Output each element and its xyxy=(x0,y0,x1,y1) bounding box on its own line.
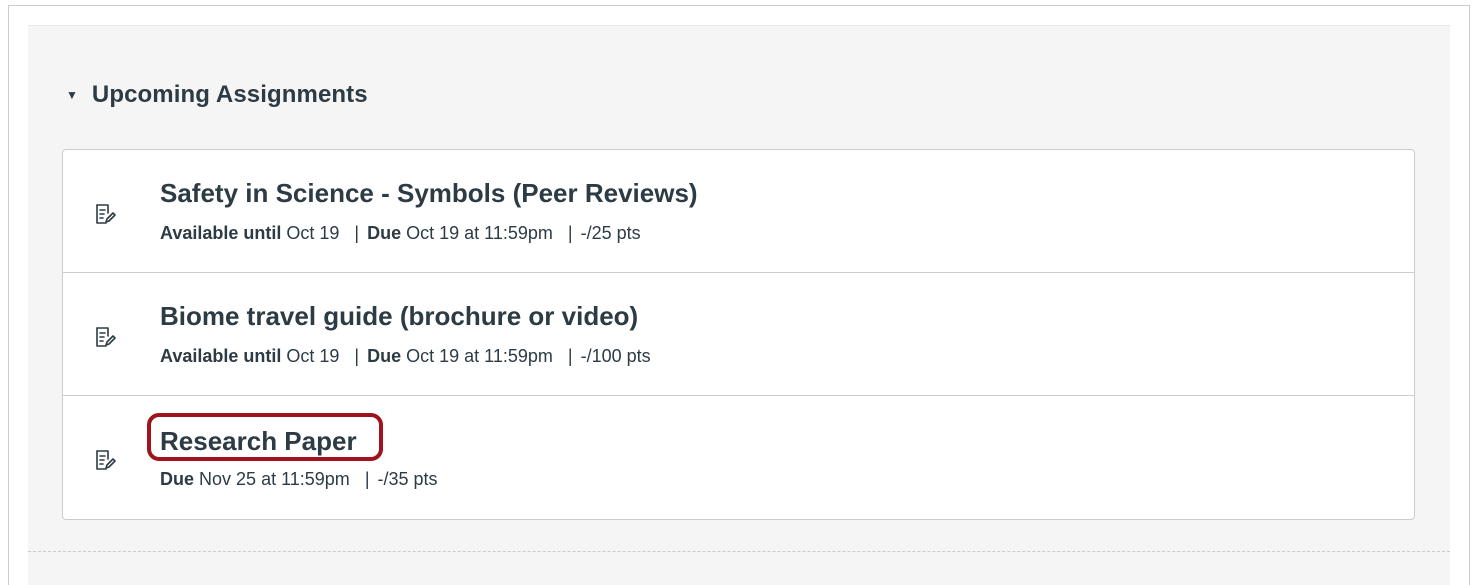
meta-separator: | xyxy=(567,346,573,366)
meta-separator: | xyxy=(364,469,370,489)
available-label: Available until xyxy=(160,346,282,366)
points-value: -/35 pts xyxy=(377,469,438,489)
assignment-title-link[interactable]: Biome travel guide (brochure or video) xyxy=(160,301,638,332)
assignment-title-link[interactable]: Safety in Science - Symbols (Peer Review… xyxy=(160,178,698,209)
available-label: Available until xyxy=(160,223,282,243)
assignment-row: Research Paper Due Nov 25 at 11:59pm | -/… xyxy=(63,396,1414,519)
points-value: -/100 pts xyxy=(580,346,651,366)
assignment-row: Biome travel guide (brochure or video) A… xyxy=(63,273,1414,396)
due-date: Oct 19 at 11:59pm xyxy=(406,346,553,366)
due-date: Oct 19 at 11:59pm xyxy=(406,223,553,243)
due-label: Due xyxy=(367,223,402,243)
points-value: -/25 pts xyxy=(580,223,641,243)
meta-separator: | xyxy=(354,346,360,366)
due-label: Due xyxy=(160,469,195,489)
meta-separator: | xyxy=(354,223,360,243)
assignment-icon xyxy=(93,448,117,472)
due-label: Due xyxy=(367,346,402,366)
assignment-title-link[interactable]: Research Paper xyxy=(160,426,357,457)
section-title: Upcoming Assignments xyxy=(91,81,368,108)
available-date: Oct 19 xyxy=(286,346,340,366)
assignment-meta: Available until Oct 19 | Due Oct 19 at 11… xyxy=(160,223,641,244)
meta-separator: | xyxy=(567,223,573,243)
assignment-icon xyxy=(93,325,117,349)
caret-down-icon: ▼ xyxy=(66,88,78,102)
assignment-meta: Available until Oct 19 | Due Oct 19 at 11… xyxy=(160,346,651,367)
available-date: Oct 19 xyxy=(286,223,340,243)
section-divider xyxy=(28,551,1450,552)
upcoming-assignments-toggle[interactable]: ▼ Upcoming Assignments xyxy=(66,78,368,112)
due-date: Nov 25 at 11:59pm xyxy=(199,469,350,489)
assignment-meta: Due Nov 25 at 11:59pm | -/35 pts xyxy=(160,469,438,490)
assignment-row: Safety in Science - Symbols (Peer Review… xyxy=(63,150,1414,273)
assignment-list: Safety in Science - Symbols (Peer Review… xyxy=(62,149,1415,520)
assignment-icon xyxy=(93,202,117,226)
